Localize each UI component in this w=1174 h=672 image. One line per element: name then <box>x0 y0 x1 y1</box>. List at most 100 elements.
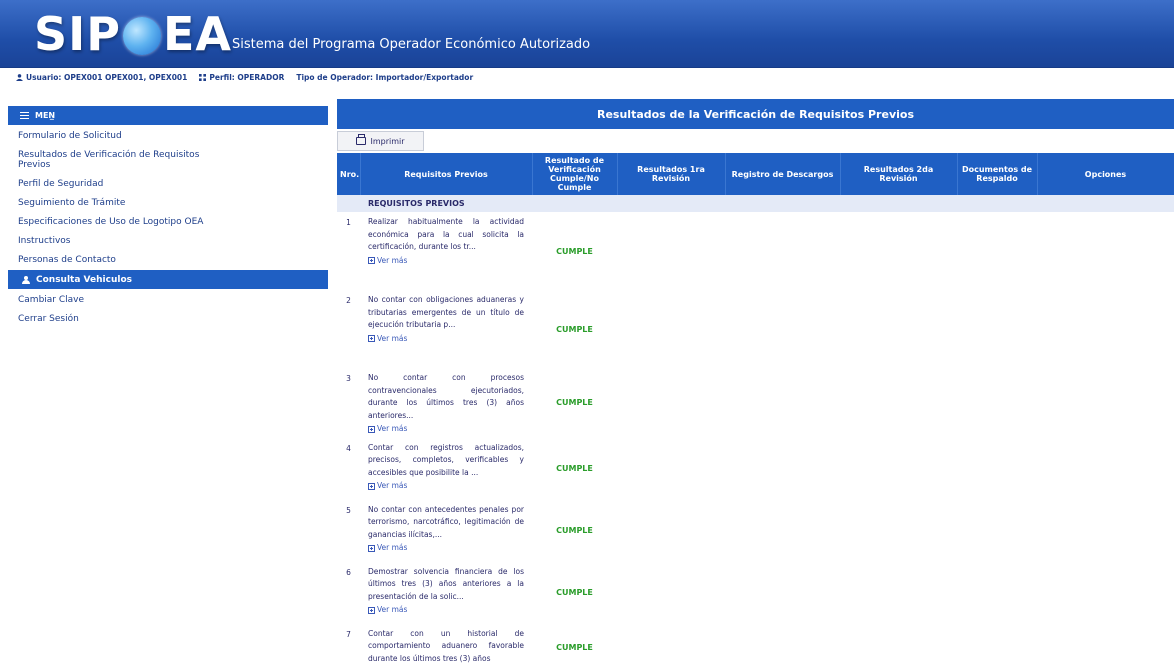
empty-cell <box>957 212 1037 290</box>
resultado-cell: CUMPLE <box>556 398 593 408</box>
resultado-cell: CUMPLE <box>556 246 593 256</box>
ver-mas-label: Ver más <box>377 543 408 552</box>
table-row: 4 Contar con registros actualizados, prec… <box>337 438 1174 500</box>
sidebar-item-perfil[interactable]: Perfil de Seguridad <box>8 176 328 192</box>
empty-cell <box>617 624 725 672</box>
menu-header[interactable]: MEN̲ <box>8 106 328 125</box>
col-header-nro: Nro. <box>337 153 361 195</box>
toolbar: Imprimir <box>337 129 1174 151</box>
row-number: 3 <box>346 374 351 383</box>
expand-icon <box>368 482 375 490</box>
col-header-opciones: Opciones <box>1037 153 1174 195</box>
globe-icon <box>122 17 161 55</box>
sidebar-item-resultados[interactable]: Resultados de Verificación de Requisitos… <box>8 147 233 173</box>
empty-cell <box>725 438 840 500</box>
empty-cell <box>617 438 725 500</box>
empty-cell <box>840 500 957 562</box>
profile-label: Perfil: OPERADOR <box>209 72 285 82</box>
ver-mas-link[interactable]: Ver más <box>368 542 524 555</box>
requisito-text: No contar con procesos contravencionales… <box>368 373 524 420</box>
row-number: 7 <box>346 629 351 639</box>
ver-mas-link[interactable]: Ver más <box>368 423 524 436</box>
empty-cell <box>957 438 1037 500</box>
col-header-requisitos: Requisitos Previos <box>360 153 533 195</box>
hamburger-icon <box>20 112 29 119</box>
sidebar-item-instructivos[interactable]: Instructivos <box>8 233 328 249</box>
requisito-text: Contar con un historial de comportamient… <box>368 628 524 663</box>
page-title: Resultados de la Verificación de Requisi… <box>337 99 1174 129</box>
operator-type: Tipo de Operador: Importador/Exportador <box>296 73 473 82</box>
empty-cell <box>617 368 725 438</box>
resultado-cell: CUMPLE <box>556 588 593 597</box>
empty-cell <box>840 368 957 438</box>
empty-cell <box>957 290 1037 368</box>
user-icon <box>16 73 23 81</box>
resultado-cell: CUMPLE <box>556 324 593 334</box>
table-row: 1 Realizar habitualmente la actividad eco… <box>337 212 1174 290</box>
expand-icon <box>368 335 375 343</box>
sidebar-item-vehiculos[interactable]: Consulta Vehiculos <box>8 270 328 289</box>
operator-type-label: Tipo de Operador: Importador/Exportador <box>296 72 474 82</box>
expand-icon <box>368 425 375 433</box>
sidebar-item-contacto[interactable]: Personas de Contacto <box>8 252 328 268</box>
ver-mas-link[interactable]: Ver más <box>368 604 524 617</box>
requisito-text: Demostrar solvencia financiera de los úl… <box>368 566 524 601</box>
user-info-bar: Usuario: OPEX001 OPEX001, OPEX001 Perfil… <box>0 68 1174 86</box>
person-icon <box>22 275 30 284</box>
ver-mas-label: Ver más <box>377 605 408 614</box>
ver-mas-label: Ver más <box>377 255 408 265</box>
col-header-descargos: Registro de Descargos <box>725 153 841 195</box>
logo-text-right: EA <box>162 7 232 61</box>
row-number: 5 <box>346 505 351 515</box>
empty-cell <box>1037 562 1174 624</box>
requisito-cell: Demostrar solvencia financiera de los úl… <box>360 562 532 624</box>
empty-cell <box>840 212 957 290</box>
requisito-cell: No contar con antecedentes penales por t… <box>360 500 532 562</box>
print-button[interactable]: Imprimir <box>337 131 424 151</box>
empty-cell <box>617 562 725 624</box>
sipoea-logo[interactable]: SIP EA <box>34 6 232 62</box>
table-row: 5 No contar con antecedentes penales por … <box>337 500 1174 562</box>
empty-cell <box>840 624 957 672</box>
expand-icon <box>368 606 375 614</box>
empty-cell <box>957 368 1037 438</box>
requisito-cell: Contar con registros actualizados, preci… <box>360 438 532 500</box>
sidebar-menu: MEN̲ Formulario de Solicitud Resultados … <box>8 106 328 327</box>
expand-icon <box>368 257 375 265</box>
expand-icon <box>368 544 375 552</box>
requisito-cell: Contar con un historial de comportamient… <box>360 624 532 672</box>
logo-text-left: SIP <box>34 7 121 61</box>
app-subtitle: Sistema del Programa Operador Económico … <box>232 37 591 52</box>
empty-cell <box>840 562 957 624</box>
requisito-text: Realizar habitualmente la actividad econ… <box>368 217 524 251</box>
sidebar-item-cambiar-clave[interactable]: Cambiar Clave <box>8 292 328 308</box>
sidebar-item-seguimiento[interactable]: Seguimiento de Trámite <box>8 195 328 211</box>
row-number: 1 <box>346 218 351 227</box>
printer-icon <box>356 134 367 145</box>
empty-cell <box>840 290 957 368</box>
app-header: SIP EA Sistema del Programa Operador Econ… <box>0 0 1174 68</box>
ver-mas-link[interactable]: Ver más <box>368 333 524 346</box>
empty-cell <box>1037 438 1174 500</box>
requisito-text: No contar con obligaciones aduaneras y t… <box>368 295 524 329</box>
table-row: 6 Demostrar solvencia financiera de los ú… <box>337 562 1174 624</box>
ver-mas-label: Ver más <box>377 481 408 490</box>
empty-cell <box>725 500 840 562</box>
sidebar-item-formulario[interactable]: Formulario de Solicitud <box>8 128 328 144</box>
requisito-cell: Realizar habitualmente la actividad econ… <box>360 212 532 290</box>
resultado-cell: CUMPLE <box>556 643 593 652</box>
ver-mas-label: Ver más <box>377 333 408 343</box>
col-header-resultado: Resultado de Verificación Cumple/No Cump… <box>532 153 618 195</box>
results-table: Nro. Requisitos Previos Resultado de Ver… <box>337 153 1174 672</box>
sidebar-item-logotipo[interactable]: Especificaciones de Uso de Logotipo OEA <box>8 214 218 230</box>
sidebar-item-cerrar-sesion[interactable]: Cerrar Sesión <box>8 311 328 327</box>
empty-cell <box>725 368 840 438</box>
ver-mas-link[interactable]: Ver más <box>368 255 524 268</box>
empty-cell <box>617 290 725 368</box>
empty-cell <box>617 212 725 290</box>
row-number: 2 <box>346 296 351 305</box>
empty-cell <box>1037 500 1174 562</box>
ver-mas-link[interactable]: Ver más <box>368 480 524 493</box>
table-row: 3 No contar con procesos contravencionale… <box>337 368 1174 438</box>
section-label: REQUISITOS PREVIOS <box>360 195 1174 212</box>
